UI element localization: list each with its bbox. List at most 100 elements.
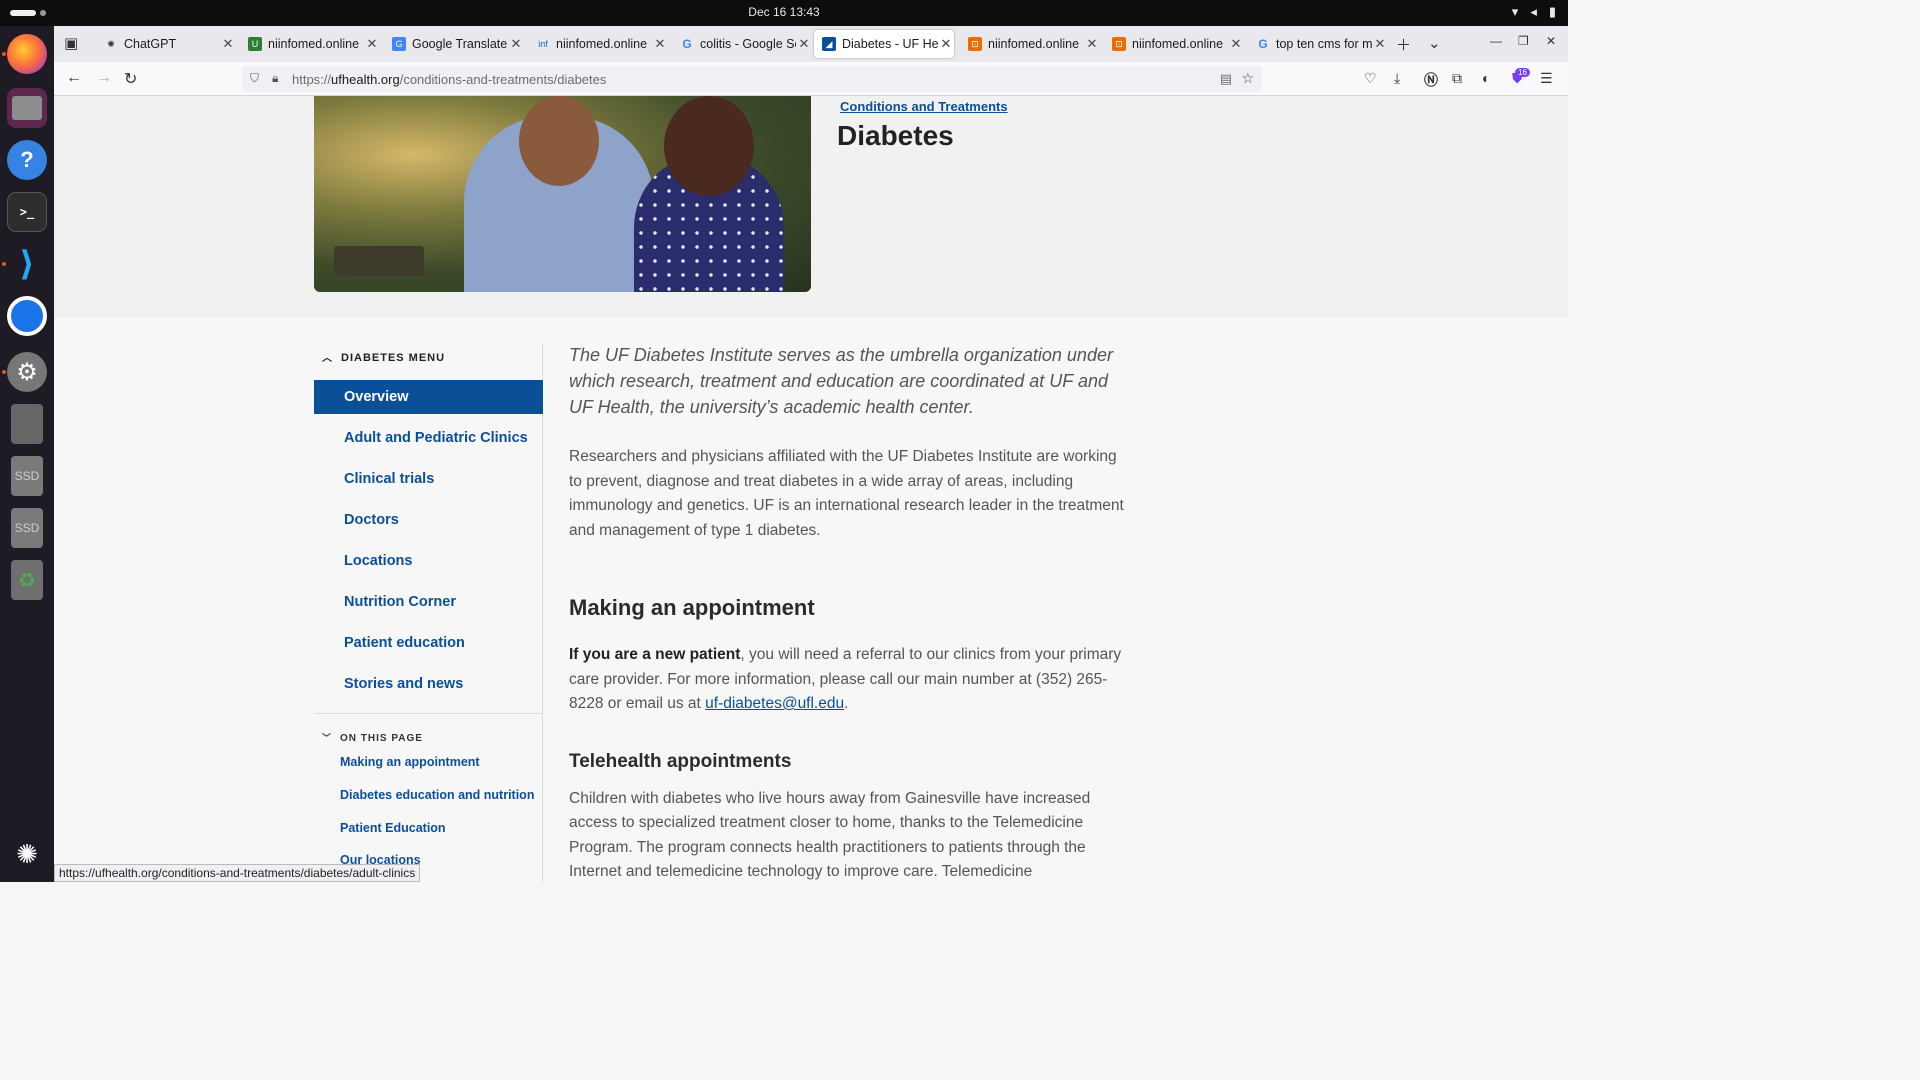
new-tab-icon[interactable]: ＋ — [1396, 34, 1411, 55]
minimize-window-icon[interactable]: — — [1490, 34, 1502, 48]
google-favicon-icon: G — [682, 37, 692, 51]
appointment-paragraph: If you are a new patient, you will need … — [569, 646, 1122, 712]
ufhealth-favicon-icon: ◢ — [822, 37, 836, 51]
url-text[interactable]: https://ufhealth.org/conditions-and-trea… — [292, 72, 606, 87]
restore-window-icon[interactable]: ❐ — [1518, 34, 1529, 48]
application-dock: ? >_ ⟩ ⚙ SSD SSD ♻ ✺ — [0, 26, 54, 882]
tab-niinfomed-4[interactable]: ⊡ niinfomed.online ✕ — [1104, 30, 1244, 58]
telehealth-heading: Telehealth appointments — [569, 750, 792, 772]
tab-niinfomed-2[interactable]: inf niinfomed.online ✕ — [528, 30, 668, 58]
close-tab-icon[interactable]: ✕ — [796, 36, 812, 52]
terminal-icon[interactable]: >_ — [7, 192, 47, 232]
page-title: Diabetes — [837, 120, 954, 151]
firefox-icon[interactable] — [2, 34, 47, 74]
downloads-icon[interactable]: ⤓ — [1394, 70, 1400, 87]
sidebar-item-adult-pediatric-clinics[interactable]: Adult and Pediatric Clinics — [314, 421, 543, 455]
tab-chatgpt[interactable]: ✺ ChatGPT ✕ — [96, 30, 236, 58]
battery-icon: ▮ — [1548, 4, 1556, 19]
browser-tab-bar: ▣ ✺ ChatGPT ✕ Uniinfomed.online ✕ G Google T… — [54, 26, 1568, 62]
reload-icon[interactable]: ↻ — [124, 69, 137, 89]
system-tray[interactable]: ▾ ◂ ▮ — [1512, 4, 1556, 20]
tab-colitis-search[interactable]: Gcolitis - Google Se ✕ — [672, 30, 812, 58]
anchor-patient-education[interactable]: Patient Education — [340, 821, 446, 835]
close-tab-icon[interactable]: ✕ — [220, 36, 236, 52]
account-avatar-icon[interactable]: Ⓝ — [1424, 70, 1438, 90]
diabetes-sidebar: ︿ DIABETES MENU Overview Adult and Pediat… — [314, 344, 543, 882]
tab-top-ten-cms[interactable]: Gtop ten cms for m ✕ — [1248, 30, 1388, 58]
intro-paragraph: Researchers and physicians affiliated wi… — [569, 448, 1124, 539]
address-bar[interactable]: ⛉ 🔒︎ https://ufhealth.org/conditions-and… — [242, 66, 1262, 92]
hero-photo — [314, 96, 811, 292]
anchor-diabetes-education-nutrition[interactable]: Diabetes education and nutrition — [340, 788, 534, 802]
tab-diabetes-ufhealth[interactable]: ◢ Diabetes - UF Hea ✕ — [814, 30, 954, 58]
sidebar-item-stories-news[interactable]: Stories and news — [314, 667, 543, 701]
app-menu-icon[interactable]: ☰ — [1540, 70, 1553, 87]
close-window-icon[interactable]: ✕ — [1546, 34, 1556, 48]
archive-icon[interactable] — [11, 404, 43, 444]
close-tab-icon[interactable]: ✕ — [652, 36, 668, 52]
forward-arrow-icon[interactable]: → — [96, 69, 112, 87]
chatgpt-favicon-icon: ✺ — [107, 38, 115, 49]
on-this-page-toggle[interactable]: ﹀ ON THIS PAGE — [322, 731, 423, 744]
info-favicon-icon: inf — [538, 39, 548, 49]
niinfomed-orange-favicon-icon: ⊡ — [968, 37, 982, 51]
lock-icon[interactable]: 🔒︎ — [272, 71, 278, 86]
settings-gear-icon[interactable]: ⚙ — [2, 352, 47, 392]
tab-niinfomed-1[interactable]: Uniinfomed.online ✕ — [240, 30, 380, 58]
system-top-bar: Dec 16 13:43 ▾ ◂ ▮ — [0, 0, 1568, 26]
main-content: The UF Diabetes Institute serves as the … — [569, 342, 1129, 885]
files-icon[interactable] — [7, 88, 47, 128]
anchor-making-appointment[interactable]: Making an appointment — [340, 755, 480, 769]
breadcrumb-link[interactable]: Conditions and Treatments — [840, 99, 1008, 114]
lead-paragraph: The UF Diabetes Institute serves as the … — [569, 345, 1113, 417]
tab-google-translate[interactable]: G Google Translate ✕ — [384, 30, 524, 58]
niinfomed-favicon-icon: U — [248, 37, 262, 51]
system-clock[interactable]: Dec 16 13:43 — [0, 5, 1568, 19]
tab-niinfomed-3[interactable]: ⊡ niinfomed.online ✕ — [960, 30, 1100, 58]
sidebar-item-nutrition-corner[interactable]: Nutrition Corner — [314, 585, 543, 619]
sidebar-item-overview[interactable]: Overview — [314, 380, 543, 414]
chevron-up-icon: ︿ — [322, 353, 333, 364]
extensions-puzzle-icon[interactable]: ⧉ — [1452, 70, 1462, 87]
sidebar-item-clinical-trials[interactable]: Clinical trials — [314, 462, 543, 496]
browser-nav-bar: ← → ↻ ⛉ 🔒︎ https://ufhealth.org/conditio… — [54, 62, 1568, 96]
close-tab-icon[interactable]: ✕ — [938, 36, 954, 52]
close-tab-icon[interactable]: ✕ — [1084, 36, 1100, 52]
ssd-drive-icon[interactable]: SSD — [11, 456, 43, 496]
diabetes-menu-toggle[interactable]: ︿ DIABETES MENU — [322, 349, 445, 364]
extension-moon-icon[interactable]: ◐ — [1482, 70, 1490, 86]
chevron-down-icon: ﹀ — [322, 733, 333, 743]
pocket-icon[interactable]: ♡ — [1364, 70, 1377, 87]
wifi-icon: ▾ — [1511, 4, 1519, 19]
appointment-heading: Making an appointment — [569, 595, 815, 620]
vscode-icon[interactable]: ⟩ — [2, 244, 47, 284]
close-tab-icon[interactable]: ✕ — [1372, 36, 1388, 52]
tab-overview-icon[interactable]: ▣ — [64, 34, 78, 52]
trash-icon[interactable]: ♻ — [11, 560, 43, 600]
sidebar-item-locations[interactable]: Locations — [314, 544, 543, 578]
close-tab-icon[interactable]: ✕ — [1228, 36, 1244, 52]
ssd-drive-icon-2[interactable]: SSD — [11, 508, 43, 548]
telehealth-paragraph: Children with diabetes who live hours aw… — [569, 789, 1091, 881]
niinfomed-orange-favicon-icon: ⊡ — [1112, 37, 1126, 51]
page-hero — [54, 96, 1568, 318]
tracking-shield-icon[interactable]: ⛉ — [250, 71, 259, 86]
sidebar-item-doctors[interactable]: Doctors — [314, 503, 543, 537]
help-icon[interactable]: ? — [7, 140, 47, 180]
google-favicon-icon: G — [1258, 37, 1268, 51]
volume-icon: ◂ — [1530, 4, 1537, 19]
back-arrow-icon[interactable]: ← — [66, 69, 82, 87]
extension-count-badge: 16 — [1515, 68, 1530, 77]
reader-view-icon[interactable]: ▤ — [1220, 71, 1232, 87]
show-apps-icon[interactable]: ✺ — [7, 834, 47, 874]
bookmark-star-icon[interactable]: ☆ — [1241, 70, 1254, 87]
close-tab-icon[interactable]: ✕ — [508, 36, 524, 52]
chrome-icon[interactable] — [7, 296, 47, 336]
email-link[interactable]: uf-diabetes@ufl.edu — [705, 695, 844, 712]
link-status-bar: https://ufhealth.org/conditions-and-trea… — [54, 864, 421, 882]
translate-favicon-icon: G — [392, 37, 406, 51]
sidebar-item-patient-education[interactable]: Patient education — [314, 626, 543, 660]
close-tab-icon[interactable]: ✕ — [364, 36, 380, 52]
sidebar-divider — [314, 713, 543, 714]
list-tabs-chevron-down-icon[interactable]: ⌄ — [1428, 34, 1441, 52]
